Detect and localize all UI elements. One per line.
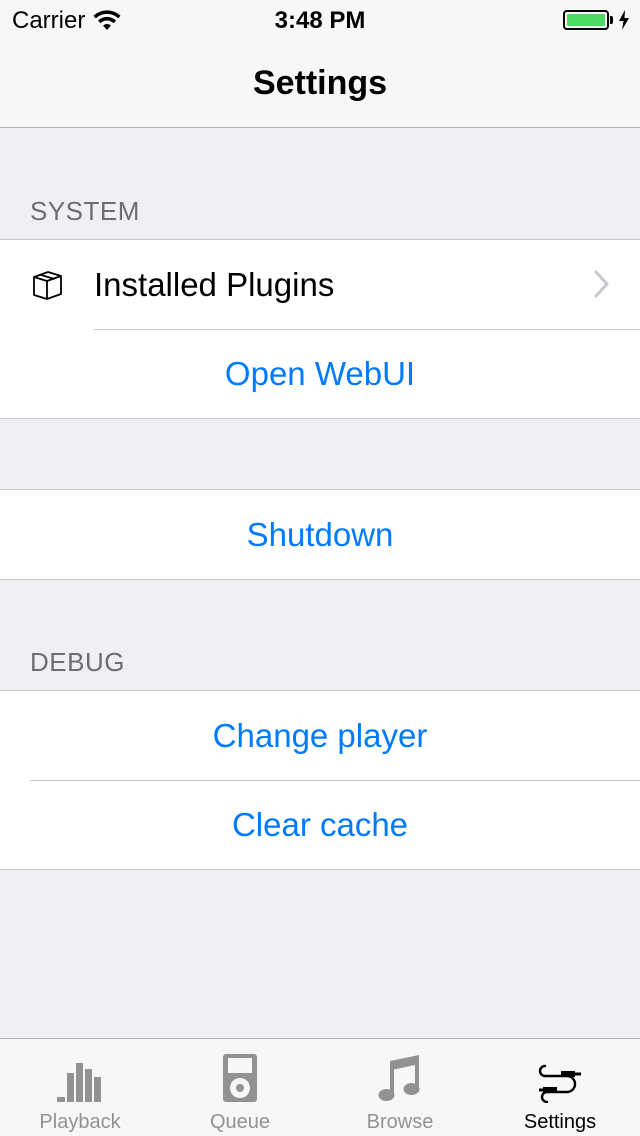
open-webui-label: Open WebUI [224, 354, 416, 392]
tab-browse-label: Browse [366, 1111, 434, 1133]
section-header-debug: DEBUG [30, 647, 125, 677]
installed-plugins-label: Installed Plugins [94, 265, 335, 303]
installed-plugins-row[interactable]: Installed Plugins [0, 240, 640, 329]
battery-fill [567, 14, 605, 26]
bar-chart-icon [57, 1063, 101, 1102]
tab-queue[interactable]: Queue [160, 1039, 320, 1136]
tab-browse[interactable]: Browse [320, 1039, 480, 1136]
ipod-icon [223, 1054, 257, 1102]
tab-queue-label: Queue [209, 1111, 271, 1133]
status-time: 3:48 PM [274, 7, 366, 34]
box-icon [33, 271, 62, 300]
cable-icon [538, 1064, 581, 1103]
status-bar: Carrier 3:48 PM [0, 0, 640, 40]
page-title: Settings [252, 64, 388, 102]
power-group: Shutdown [0, 489, 640, 580]
section-header-system: SYSTEM [30, 196, 140, 226]
tab-playback-label: Playback [39, 1111, 121, 1133]
open-webui-button[interactable]: Open WebUI [0, 329, 640, 418]
debug-group: Change player Clear cache [0, 690, 640, 870]
tab-settings[interactable]: Settings [480, 1039, 640, 1136]
music-note-icon [378, 1055, 420, 1101]
tab-bar: Playback Queue Browse Settings [0, 1038, 640, 1136]
tab-settings-label: Settings [523, 1111, 597, 1133]
navigation-bar: Carrier 3:48 PM Settings [0, 0, 640, 128]
system-group: Installed Plugins Open WebUI [0, 239, 640, 419]
shutdown-button[interactable]: Shutdown [0, 490, 640, 579]
battery-icon [563, 10, 609, 30]
charging-bolt-icon [619, 10, 629, 30]
tab-playback[interactable]: Playback [0, 1039, 160, 1136]
settings-screen: Carrier 3:48 PM Settings SYSTEM Installe… [0, 0, 640, 1136]
clear-cache-label: Clear cache [231, 805, 409, 843]
change-player-label: Change player [212, 716, 428, 754]
chevron-right-icon [594, 270, 609, 298]
battery-indicator [563, 10, 630, 30]
battery-tip [610, 16, 613, 24]
clear-cache-button[interactable]: Clear cache [0, 780, 640, 869]
change-player-button[interactable]: Change player [0, 691, 640, 780]
shutdown-label: Shutdown [246, 515, 394, 553]
